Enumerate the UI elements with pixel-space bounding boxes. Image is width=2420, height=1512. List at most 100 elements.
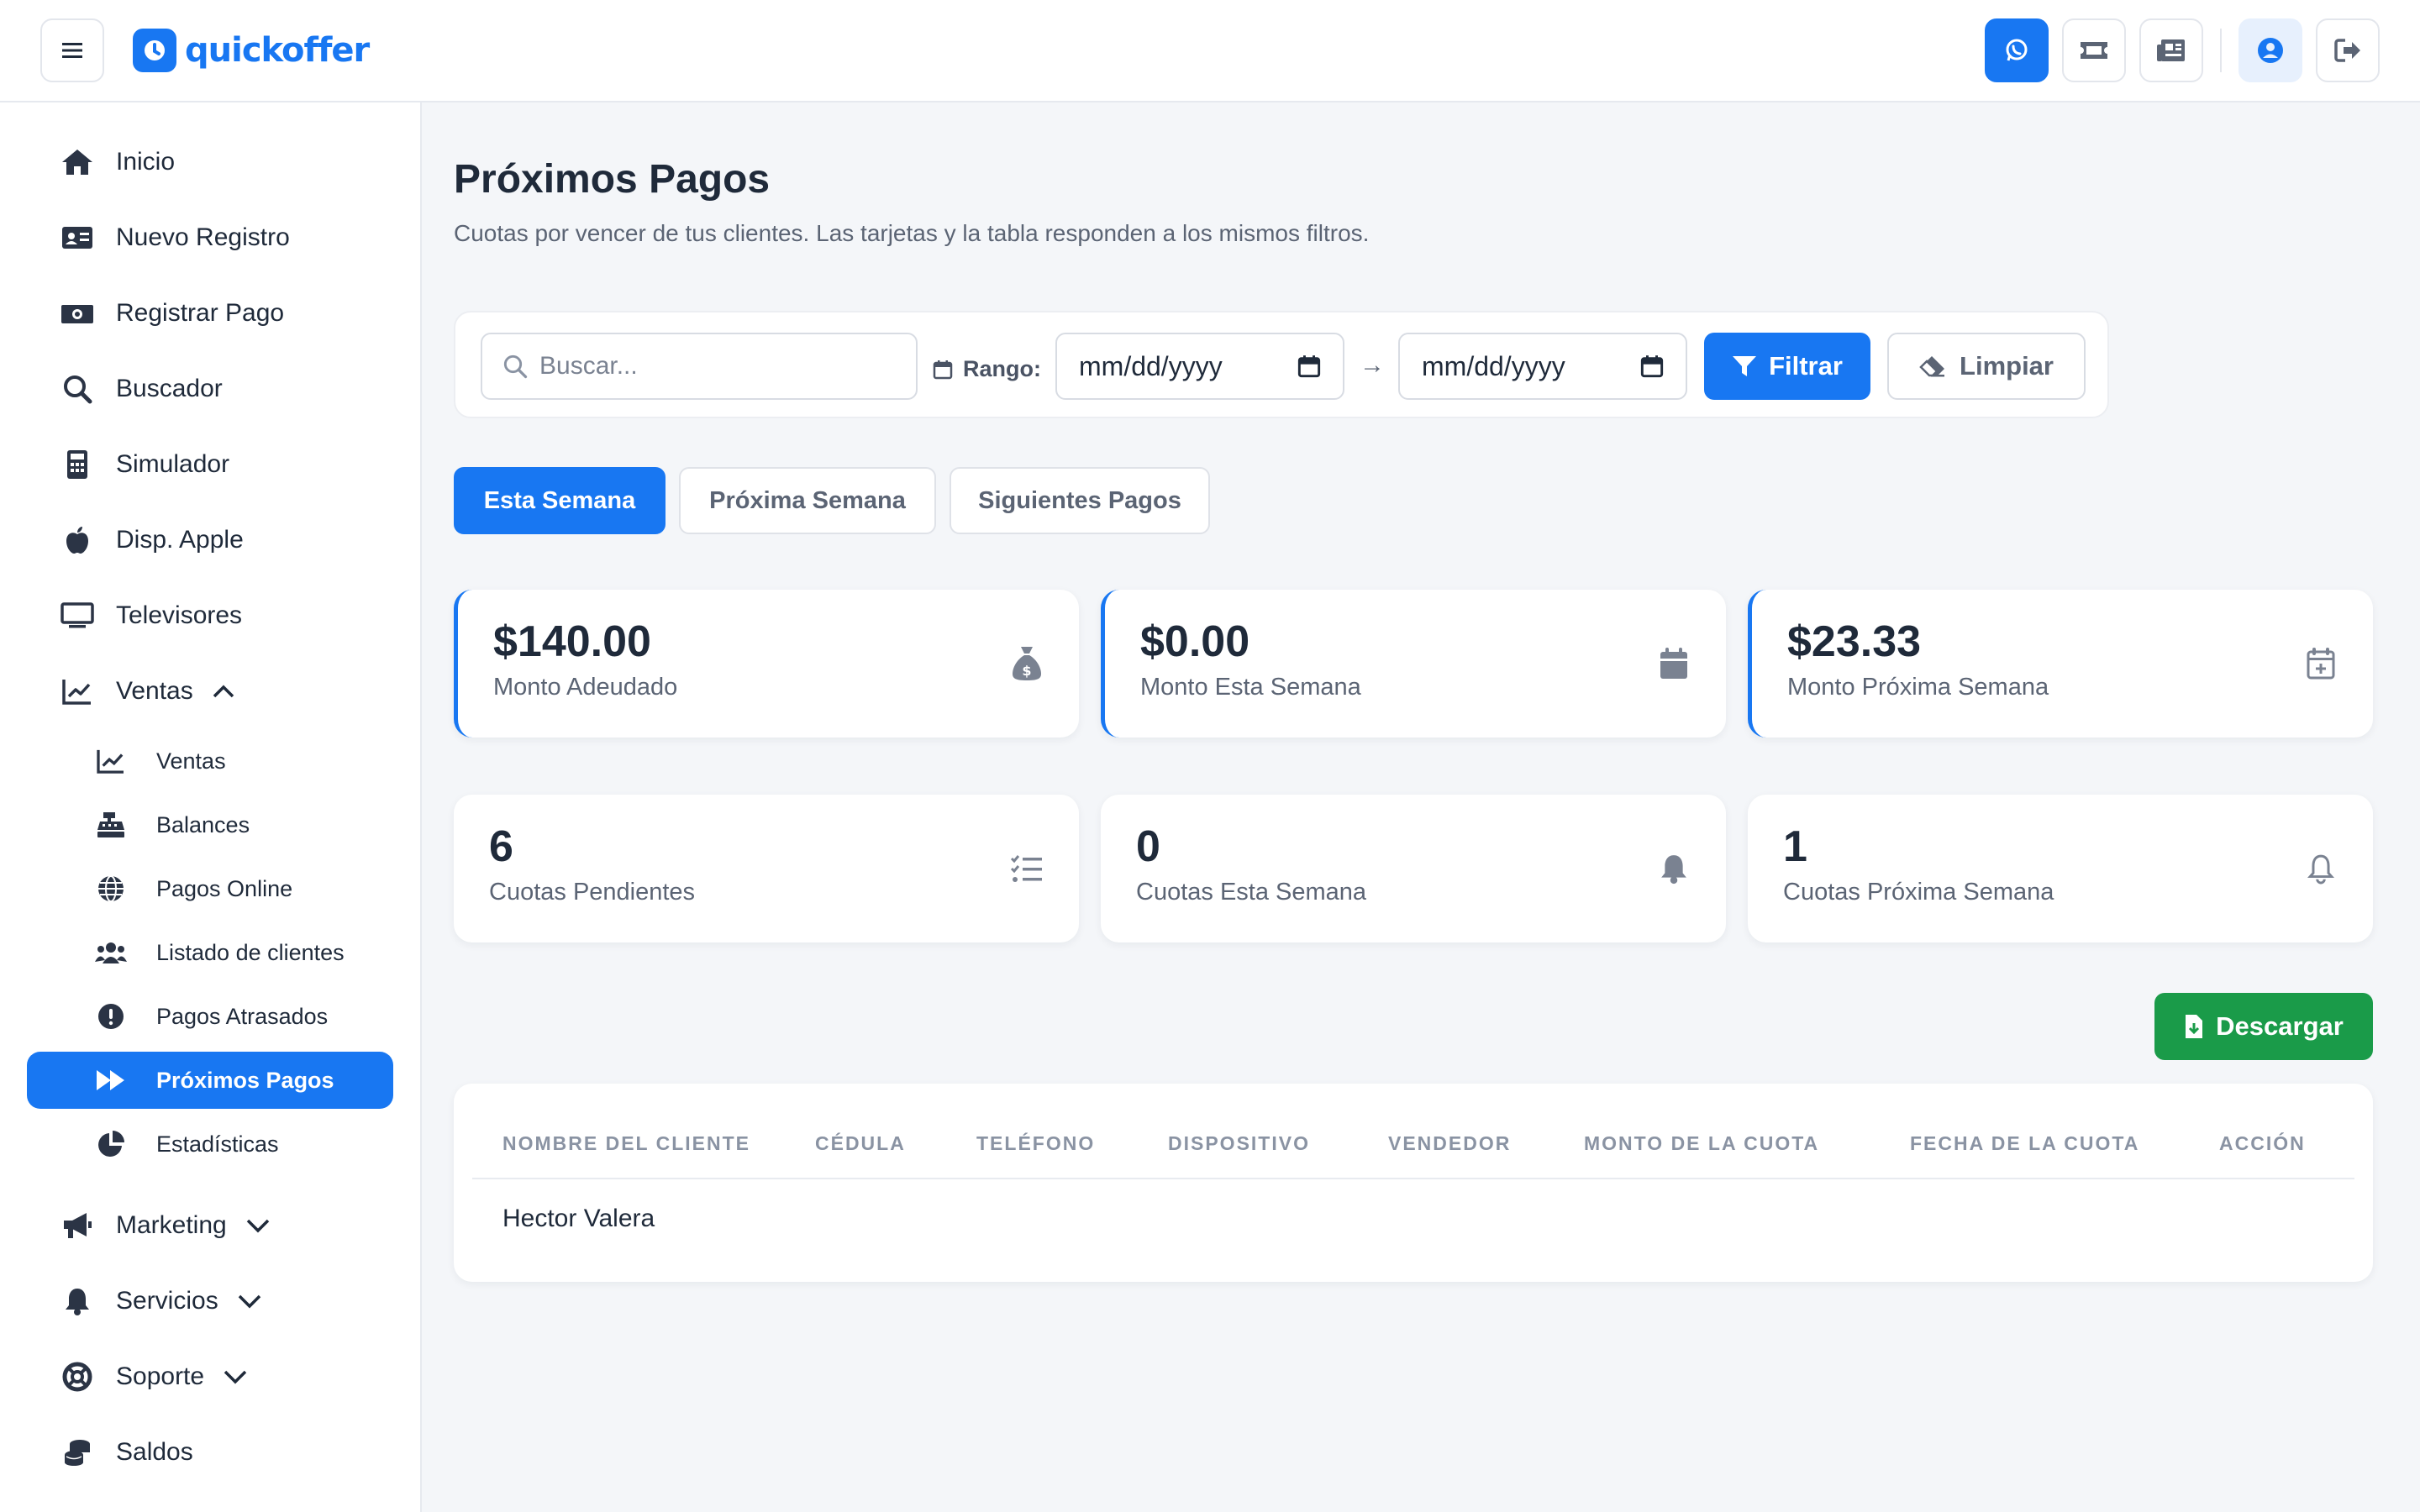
sidebar-item-label: Buscador bbox=[116, 375, 223, 402]
sidebar-item-label: Saldos bbox=[116, 1438, 193, 1466]
table-header-telefono[interactable]: TELÉFONO bbox=[976, 1132, 1095, 1155]
sidebar-item-label: Pagos Online bbox=[156, 875, 293, 901]
sidebar-item-nuevo-registro[interactable]: Nuevo Registro bbox=[27, 208, 393, 267]
sidebar-sub-proximos-pagos[interactable]: Próximos Pagos bbox=[27, 1052, 393, 1109]
sidebar: Inicio Nuevo Registro Registrar Pago Bus… bbox=[0, 102, 422, 1512]
calendar-icon bbox=[1654, 643, 1694, 684]
table-header-fecha[interactable]: FECHA DE LA CUOTA bbox=[1910, 1132, 2139, 1155]
chevron-down-icon[interactable] bbox=[237, 1294, 262, 1309]
sidebar-item-label: Pagos Atrasados bbox=[156, 1003, 329, 1029]
chevron-up-icon[interactable] bbox=[212, 684, 235, 699]
date-from-input[interactable]: mm/dd/yyyy bbox=[1055, 333, 1344, 400]
bell-icon bbox=[1654, 848, 1694, 889]
sidebar-item-label: Simulador bbox=[116, 450, 230, 478]
stat-card-monto-proxima-semana: $23.33 Monto Próxima Semana bbox=[1748, 590, 2373, 738]
sidebar-item-soporte[interactable]: Soporte bbox=[27, 1347, 393, 1406]
logout-icon bbox=[2334, 39, 2360, 62]
page-subtitle: Cuotas por vencer de tus clientes. Las t… bbox=[454, 220, 1370, 246]
sidebar-item-buscador[interactable]: Buscador bbox=[27, 360, 393, 418]
sidebar-item-label: Inicio bbox=[116, 148, 176, 176]
sidebar-sub-ventas[interactable]: Ventas bbox=[27, 732, 393, 790]
chart-line-icon bbox=[59, 673, 96, 710]
stat-label: Monto Adeudado bbox=[493, 674, 678, 701]
download-button[interactable]: Descargar bbox=[2154, 993, 2373, 1060]
table-divider bbox=[472, 1178, 2354, 1179]
logo[interactable]: quickoffer bbox=[133, 25, 370, 76]
chevron-down-icon[interactable] bbox=[245, 1218, 271, 1233]
sidebar-item-simulador[interactable]: Simulador bbox=[27, 435, 393, 494]
tab-esta-semana[interactable]: Esta Semana bbox=[454, 467, 666, 534]
sidebar-item-registrar-pago[interactable]: Registrar Pago bbox=[27, 284, 393, 343]
stat-label: Cuotas Pendientes bbox=[489, 879, 696, 906]
sidebar-item-label: Listado de clientes bbox=[156, 939, 345, 965]
bell-outline-icon bbox=[2301, 848, 2341, 889]
cash-register-icon bbox=[92, 806, 129, 843]
sidebar-sub-listado-clientes[interactable]: Listado de clientes bbox=[27, 924, 393, 981]
sidebar-sub-pagos-atrasados[interactable]: Pagos Atrasados bbox=[27, 988, 393, 1045]
whatsapp-button[interactable] bbox=[1985, 18, 2049, 82]
sidebar-item-label: Registrar Pago bbox=[116, 299, 285, 327]
filter-button[interactable]: Filtrar bbox=[1704, 333, 1870, 400]
stat-card-cuotas-proxima-semana: 1 Cuotas Próxima Semana bbox=[1748, 795, 2373, 942]
sidebar-item-marketing[interactable]: Marketing bbox=[27, 1196, 393, 1255]
tab-proxima-semana[interactable]: Próxima Semana bbox=[679, 467, 936, 534]
table-header-monto[interactable]: MONTO DE LA CUOTA bbox=[1584, 1132, 1819, 1155]
menu-toggle-button[interactable] bbox=[40, 18, 104, 82]
search-icon bbox=[503, 354, 528, 379]
list-check-icon bbox=[1007, 848, 1047, 889]
calendar-icon[interactable] bbox=[1640, 354, 1664, 378]
sidebar-item-televisores[interactable]: Televisores bbox=[27, 586, 393, 645]
users-icon bbox=[92, 934, 129, 971]
sidebar-sub-estadisticas[interactable]: Estadísticas bbox=[27, 1116, 393, 1173]
stat-value: 6 bbox=[489, 822, 513, 871]
sidebar-item-servicios[interactable]: Servicios bbox=[27, 1272, 393, 1331]
exclamation-icon bbox=[92, 998, 129, 1035]
stat-value: 1 bbox=[1783, 822, 1807, 871]
money-bag-icon: $ bbox=[1007, 643, 1047, 684]
sidebar-sub-pagos-online[interactable]: Pagos Online bbox=[27, 860, 393, 917]
chevron-down-icon[interactable] bbox=[223, 1369, 248, 1384]
calendar-plus-icon bbox=[2301, 643, 2341, 684]
stat-label: Monto Próxima Semana bbox=[1787, 674, 2049, 701]
search-input[interactable] bbox=[539, 352, 892, 381]
stat-value: $140.00 bbox=[493, 617, 651, 666]
stat-card-monto-esta-semana: $0.00 Monto Esta Semana bbox=[1101, 590, 1726, 738]
table-header-cedula[interactable]: CÉDULA bbox=[815, 1132, 906, 1155]
sidebar-item-label: Soporte bbox=[116, 1362, 205, 1390]
clear-button[interactable]: Limpiar bbox=[1887, 333, 2086, 400]
id-card-icon bbox=[59, 219, 96, 256]
download-button-label: Descargar bbox=[2216, 1011, 2344, 1041]
bell-icon bbox=[59, 1283, 96, 1320]
search-field[interactable] bbox=[481, 333, 918, 400]
tab-siguientes-pagos[interactable]: Siguientes Pagos bbox=[950, 467, 1210, 534]
money-icon bbox=[59, 295, 96, 332]
calculator-icon bbox=[59, 446, 96, 483]
profile-button[interactable] bbox=[2238, 18, 2302, 82]
home-icon bbox=[59, 144, 96, 181]
stat-card-monto-adeudado: $140.00 Monto Adeudado $ bbox=[454, 590, 1079, 738]
tv-icon bbox=[59, 597, 96, 634]
sidebar-item-ventas[interactable]: Ventas bbox=[27, 662, 393, 721]
eraser-icon bbox=[1919, 356, 1945, 377]
date-to-input[interactable]: mm/dd/yyyy bbox=[1398, 333, 1687, 400]
ticket-button[interactable] bbox=[2062, 18, 2126, 82]
search-icon bbox=[59, 370, 96, 407]
table-header-accion: ACCIÓN bbox=[2219, 1132, 2306, 1154]
stat-value: $23.33 bbox=[1787, 617, 1922, 666]
sidebar-sub-balances[interactable]: Balances bbox=[27, 796, 393, 853]
sidebar-item-label: Balances bbox=[156, 811, 250, 837]
sidebar-item-saldos[interactable]: Saldos bbox=[27, 1423, 393, 1482]
logout-button[interactable] bbox=[2316, 18, 2380, 82]
clear-button-label: Limpiar bbox=[1960, 351, 2054, 381]
table-header-vendedor[interactable]: VENDEDOR bbox=[1388, 1132, 1511, 1155]
date-from-value: mm/dd/yyyy bbox=[1079, 350, 1223, 381]
calendar-icon[interactable] bbox=[1297, 354, 1321, 378]
table-header-cliente[interactable]: NOMBRE DEL CLIENTE bbox=[502, 1132, 750, 1155]
sidebar-item-disp-apple[interactable]: Disp. Apple bbox=[27, 511, 393, 570]
range-label-text: Rango: bbox=[963, 356, 1041, 381]
megaphone-icon bbox=[59, 1207, 96, 1244]
news-button[interactable] bbox=[2139, 18, 2203, 82]
table-header-dispositivo[interactable]: DISPOSITIVO bbox=[1168, 1132, 1310, 1155]
sidebar-item-inicio[interactable]: Inicio bbox=[27, 133, 393, 192]
payments-table: NOMBRE DEL CLIENTE CÉDULA TELÉFONO DISPO… bbox=[454, 1084, 2373, 1282]
